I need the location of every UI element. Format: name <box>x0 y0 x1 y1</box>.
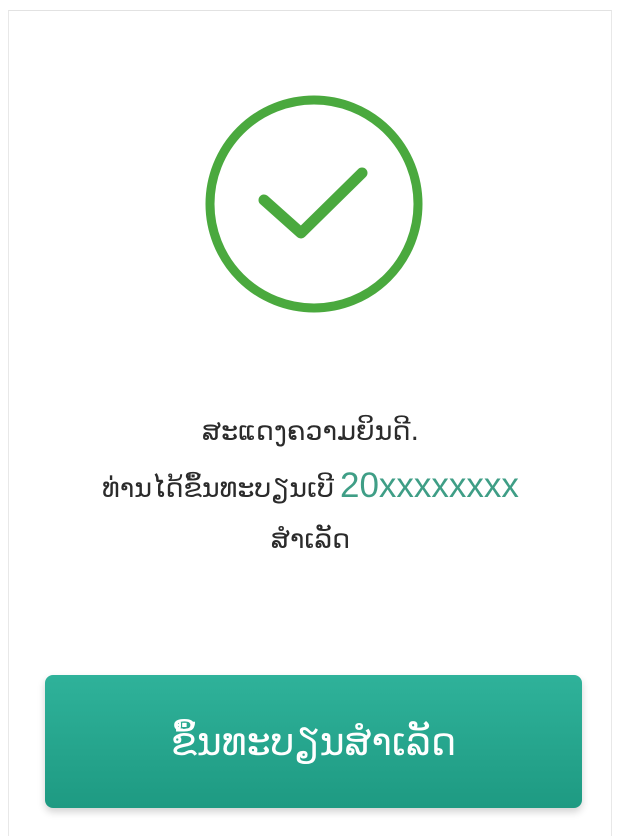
success-suffix: ສຳເລັດ <box>270 524 351 555</box>
registration-complete-button[interactable]: ຂຶ້ນທະບຽນສຳເລັດ <box>45 675 582 808</box>
registration-prefix: ທ່ານໄດ້ຂຶ້ນທະບຽນເບີ <box>102 473 334 504</box>
registration-text: ທ່ານໄດ້ຂຶ້ນທະບຽນເບີ 20xxxxxxxx <box>0 459 621 513</box>
check-circle-icon <box>205 95 423 313</box>
congrats-text: ສະແດງຄວາມຍິນດີ. <box>201 416 420 447</box>
success-message: ສະແດງຄວາມຍິນດີ. ທ່ານໄດ້ຂຶ້ນທະບຽນເບີ 20xxx… <box>0 405 621 567</box>
phone-number: 20xxxxxxxx <box>340 466 519 505</box>
